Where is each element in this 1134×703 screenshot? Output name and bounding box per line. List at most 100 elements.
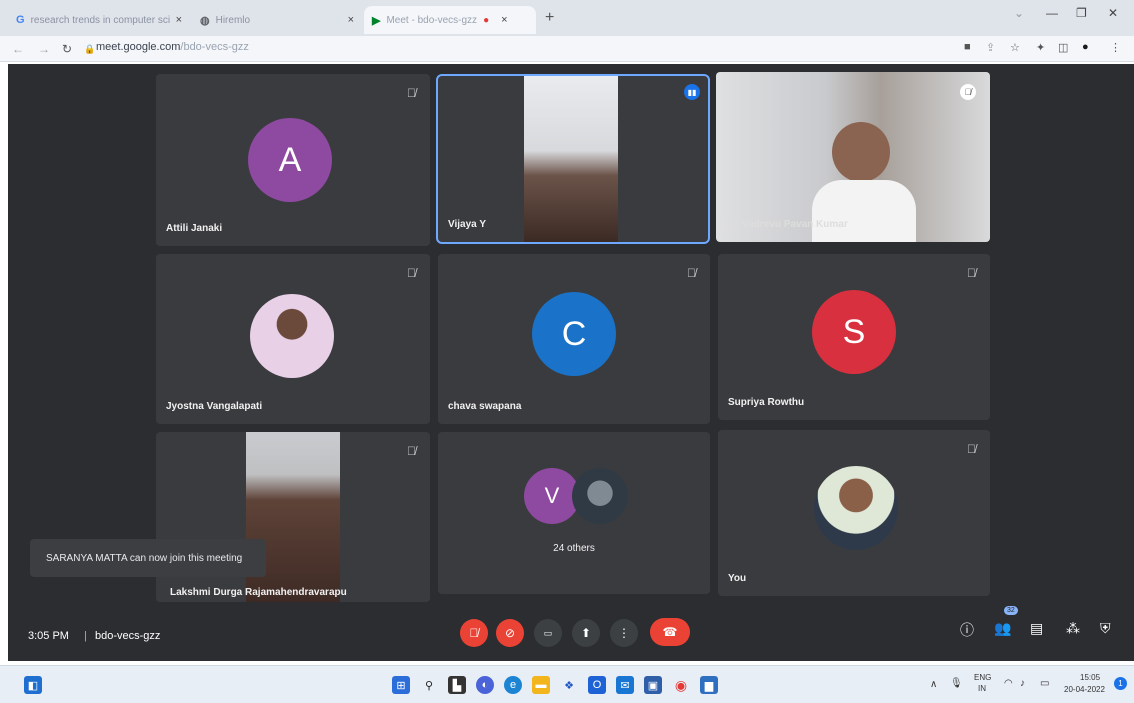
forward-icon[interactable]: →: [38, 42, 50, 56]
mail-icon[interactable]: ✉: [616, 676, 634, 694]
participant-tile-chava-swapana[interactable]: 🎙̸ C chava swapana: [438, 254, 710, 424]
separator: |: [84, 630, 87, 642]
camera-off-icon: ⊘: [504, 626, 516, 640]
file-explorer-icon[interactable]: ▬: [532, 676, 550, 694]
google-icon: G: [16, 14, 25, 26]
new-tab-button[interactable]: +: [545, 9, 554, 27]
leave-call-button[interactable]: ☎: [650, 618, 690, 646]
maximize-icon[interactable]: ❐: [1076, 6, 1087, 20]
participant-name: Jyostna Vangalapati: [166, 401, 263, 412]
profile-photo: [572, 468, 628, 524]
close-tab-icon[interactable]: ×: [501, 14, 507, 26]
mic-off-icon: 🎙̸: [960, 84, 976, 100]
wifi-icon[interactable]: ◠: [1004, 678, 1013, 689]
tray-chevron-icon[interactable]: ∧: [930, 679, 937, 690]
mic-toggle-button[interactable]: 🎙̸: [460, 619, 488, 647]
captions-button[interactable]: ▭: [534, 619, 562, 647]
profile-avatar-icon[interactable]: ●: [1082, 41, 1089, 53]
outlook-icon[interactable]: O: [588, 676, 606, 694]
url-field[interactable]: meet.google.com/bdo-vecs-gzz: [96, 41, 249, 53]
participant-tile-you[interactable]: 🎙̸ You: [718, 430, 990, 596]
bookmark-star-icon[interactable]: ☆: [1010, 41, 1020, 54]
participant-tile-attili-janaki[interactable]: 🎙̸ A Attili Janaki: [156, 74, 430, 246]
participant-name: Lakshmi Durga Rajamahendravarapu: [170, 587, 347, 598]
globe-icon: ◍: [200, 14, 210, 27]
tab-search-icon[interactable]: ⌄: [1014, 6, 1024, 20]
close-window-icon[interactable]: ✕: [1108, 6, 1118, 20]
app-icon[interactable]: ▆: [700, 676, 718, 694]
battery-icon[interactable]: ▭: [1040, 678, 1049, 689]
hang-up-icon: ☎: [662, 625, 678, 639]
participant-tile-pavan-kumar[interactable]: 🎙̸ Dr. Vadrevu Pavan Kumar: [716, 72, 990, 242]
meeting-code: bdo-vecs-gzz: [95, 630, 161, 642]
participant-tile-supriya-rowthu[interactable]: 🎙̸ S Supriya Rowthu: [718, 254, 990, 420]
participant-name: Vijaya Y: [448, 219, 486, 230]
profile-photo: [250, 294, 334, 378]
chat-app-icon[interactable]: ◐: [476, 676, 494, 694]
participant-name: chava swapana: [448, 401, 522, 412]
tab-hiremlo[interactable]: ◍ Hiremlo ×: [192, 6, 362, 34]
meet-icon: ▶: [372, 14, 381, 27]
tab-research[interactable]: G research trends in computer scie ×: [8, 6, 190, 34]
tray-mic-icon[interactable]: 🎙: [950, 678, 963, 689]
participant-name: Supriya Rowthu: [728, 397, 805, 408]
widgets-icon[interactable]: ◧: [24, 676, 42, 694]
mic-off-icon: 🎙̸: [407, 266, 416, 280]
chrome-icon[interactable]: ◉: [672, 676, 690, 694]
taskbar-clock[interactable]: 15:05: [1080, 673, 1100, 682]
camera-indicator-icon[interactable]: ■: [964, 41, 971, 53]
others-count: 24 others: [553, 543, 595, 554]
tab-meet[interactable]: ▶ Meet - bdo-vecs-gzz ● ×: [364, 6, 536, 34]
more-vert-icon: ⋮: [618, 626, 630, 640]
mic-off-icon: 🎙̸: [407, 86, 416, 100]
mic-off-icon: 🎙̸: [967, 266, 976, 280]
present-button[interactable]: ⬆: [572, 619, 600, 647]
close-tab-icon[interactable]: ×: [176, 14, 182, 26]
close-tab-icon[interactable]: ×: [348, 14, 354, 26]
present-icon: ⬆: [580, 626, 592, 640]
reload-icon[interactable]: ↻: [62, 42, 72, 56]
speaking-indicator-icon: ▮▮: [684, 84, 700, 100]
avatar: S: [812, 290, 896, 374]
activities-icon[interactable]: ⁂: [1066, 620, 1080, 637]
participant-tile-vijaya-y[interactable]: ▮▮ Vijaya Y: [436, 74, 710, 244]
menu-icon[interactable]: ⋮: [1110, 41, 1121, 54]
task-view-icon[interactable]: ▙: [448, 676, 466, 694]
mic-off-icon: 🎙̸: [967, 442, 976, 456]
video-feed: [524, 76, 618, 242]
dropbox-icon[interactable]: ❖: [560, 676, 578, 694]
participant-name: Dr. Vadrevu Pavan Kumar: [726, 219, 848, 230]
extensions-icon[interactable]: ✦: [1036, 41, 1045, 54]
minimize-icon[interactable]: —: [1046, 6, 1058, 20]
language-region: IN: [978, 684, 986, 693]
volume-icon[interactable]: ♪: [1020, 678, 1025, 689]
participant-name: You: [728, 573, 747, 584]
more-options-button[interactable]: ⋮: [610, 619, 638, 647]
screen: G research trends in computer scie × ◍ H…: [0, 0, 1134, 703]
participant-name: Attili Janaki: [166, 223, 223, 234]
mic-off-icon: 🎙̸: [407, 444, 416, 458]
people-icon[interactable]: 👥: [994, 620, 1011, 637]
start-icon[interactable]: ⊞: [392, 676, 410, 694]
info-icon[interactable]: ⓘ: [960, 620, 974, 640]
lock-icon: 🔒: [84, 44, 96, 54]
mic-off-icon: 🎙̸: [687, 266, 696, 280]
camera-toggle-button[interactable]: ⊘: [496, 619, 524, 647]
teams-icon[interactable]: ▣: [644, 676, 662, 694]
back-icon[interactable]: ←: [12, 42, 24, 56]
sidepanel-icon[interactable]: ◫: [1058, 41, 1068, 54]
browser-tab-strip: G research trends in computer scie × ◍ H…: [0, 0, 1134, 36]
share-icon[interactable]: ⇪: [986, 41, 995, 54]
participant-tile-others[interactable]: V 24 others: [438, 432, 710, 594]
participant-face: [832, 122, 890, 182]
notification-icon[interactable]: 1: [1114, 677, 1127, 690]
participant-shirt: [812, 180, 916, 242]
search-icon[interactable]: ⚲: [420, 676, 438, 694]
taskbar-date[interactable]: 20-04-2022: [1064, 685, 1105, 694]
edge-icon[interactable]: e: [504, 676, 522, 694]
participant-tile-jyostna[interactable]: 🎙̸ Jyostna Vangalapati: [156, 254, 430, 424]
mic-off-icon: 🎙̸: [469, 626, 479, 640]
language-indicator[interactable]: ENG: [974, 673, 991, 682]
chat-icon[interactable]: ▤: [1030, 620, 1043, 637]
host-controls-icon[interactable]: ⛨: [1100, 620, 1111, 637]
